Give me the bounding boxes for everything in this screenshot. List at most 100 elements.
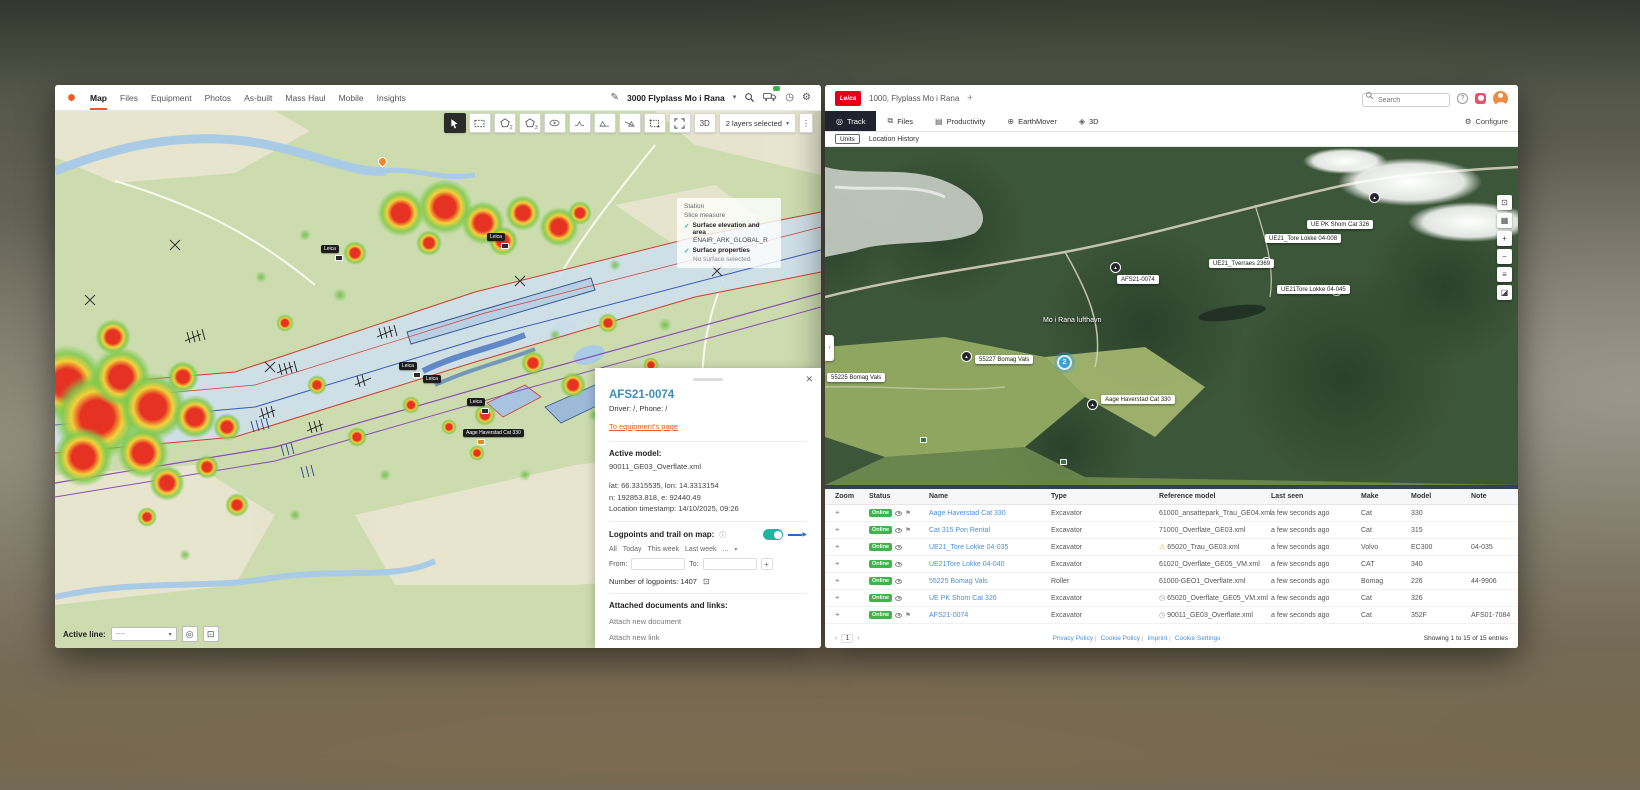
machine-name-link[interactable]: UE PK Shom Cat 326 [929,595,1051,602]
machine-map-label[interactable]: 55227 Bomag Vals [975,355,1033,364]
table-row[interactable]: ⌖ Online⚑ Aage Haverstad Cat 330 Excavat… [825,505,1518,522]
machine-map-label[interactable]: UE PK Shom Cat 326 [1307,220,1373,229]
filter-last-week[interactable]: Last week [685,546,717,553]
search-icon[interactable] [744,92,755,103]
tab-3d[interactable]: ◈ 3D [1068,111,1110,131]
machine-name-link[interactable]: UE21_Tore Lokke 04-035 [929,544,1051,551]
nav-item-mobile[interactable]: Mobile [339,85,364,110]
layers-selected-dropdown[interactable]: 2 layers selected ▾ [719,113,796,133]
project-title[interactable]: 1000, Flyplass Mo i Rana [869,94,959,103]
zoom-to-machine-icon[interactable]: ⌖ [835,593,869,603]
machine-map-label[interactable]: UE21_Tore Lokke 04-008 [1265,234,1341,243]
nav-item-insights[interactable]: Insights [377,85,406,110]
attach-link-link[interactable]: Attach new link [609,633,807,642]
info-icon[interactable]: ⓘ [719,530,726,540]
project-selector[interactable]: 3000 Flyplass Mo i Rana [627,93,725,103]
roller-marker[interactable]: ▴ [961,351,972,362]
machine-map-label[interactable]: 55225 Bomag Vals [827,373,885,382]
grid-view-icon[interactable]: ▦ [1497,213,1512,228]
excavator-icon[interactable] [477,439,485,445]
imprint-link[interactable]: Imprint [1147,635,1170,642]
machine-map-label[interactable]: UE21_Tverraes 2369 [1209,259,1274,268]
slope-tool[interactable] [619,113,641,133]
avatar[interactable] [1493,91,1508,106]
machine-name-link[interactable]: UE21Tore Lokke 04-040 [929,561,1051,568]
eye-icon[interactable] [895,579,902,584]
prev-page-icon[interactable]: ‹ [835,635,837,642]
history-clock-icon[interactable]: ◷ [785,93,794,103]
machine-icon[interactable] [335,255,343,261]
more-options-menu[interactable]: ⋮ [799,113,813,133]
col-name[interactable]: Name [929,493,1051,500]
zoom-to-machine-icon[interactable]: ⌖ [835,542,869,552]
excavator-marker[interactable]: ▴ [1087,399,1098,410]
machine-name-link[interactable]: 55225 Bomag Vals [929,578,1051,585]
nav-item-masshaul[interactable]: Mass Haul [285,85,325,110]
machine-label[interactable]: Leica [423,375,441,383]
machine-label[interactable]: Leica [467,398,485,406]
machine-map-label[interactable]: UE21Tore Lokke 04-045 [1277,285,1350,294]
location-history-tab[interactable]: Location History [869,136,919,143]
to-date-input[interactable] [703,558,757,570]
satellite-map-canvas[interactable]: ‹ Mo i Rana lufthavn 55225 Bomag Vals 55… [825,147,1518,485]
rectangle-measure-tool[interactable] [469,113,491,133]
eye-icon[interactable] [895,528,902,533]
nav-item-asbuilt[interactable]: As-built [244,85,272,110]
toggle-3d-button[interactable]: 3D [694,113,716,133]
attach-document-link[interactable]: Attach new document [609,617,807,626]
nav-item-equipment[interactable]: Equipment [151,85,192,110]
nav-item-photos[interactable]: Photos [205,85,231,110]
from-date-input[interactable] [631,558,685,570]
cookie-settings-link[interactable]: Cookie Settings [1175,635,1221,642]
active-line-select[interactable]: ---- ▾ [111,627,177,641]
machine-label[interactable]: Leica [399,362,417,370]
road-profile-tool[interactable] [569,113,591,133]
eye-icon[interactable] [895,596,902,601]
machine-name-link[interactable]: AFS21-0074 [929,612,1051,619]
table-row[interactable]: ⌖ Online 55225 Bomag Vals Roller 61000-G… [825,573,1518,590]
machine-icon[interactable] [413,372,421,378]
col-note[interactable]: Note [1471,493,1518,500]
notifications-icon[interactable] [1475,93,1486,104]
apply-date-button[interactable]: + [761,558,773,570]
cookie-policy-link[interactable]: Cookie Policy [1101,635,1144,642]
excavator-marker[interactable]: ▴ [1110,262,1121,273]
print-icon[interactable]: ≡ [1497,267,1512,282]
col-reference-model[interactable]: Reference model [1159,493,1271,500]
col-model[interactable]: Model [1411,493,1471,500]
tab-productivity[interactable]: ▤ Productivity [924,111,996,131]
col-type[interactable]: Type [1051,493,1159,500]
polygon-3-tool[interactable]: 3 [519,113,541,133]
tab-track[interactable]: ◎ Track [825,111,876,131]
close-icon[interactable]: ✕ [805,374,813,385]
filter-all[interactable]: All [609,546,617,553]
legend-surface-elevation[interactable]: ✓ Surface elevation and area [684,222,774,236]
eye-icon[interactable] [895,613,902,618]
zoom-fit-tool[interactable] [669,113,691,133]
legend-surface-properties[interactable]: ✓ Surface properties [684,247,774,255]
fullscreen-icon[interactable]: ⊡ [1497,195,1512,210]
locate-button[interactable]: ◎ [182,626,198,642]
select-cursor-tool[interactable] [444,113,466,133]
machine-label[interactable]: Leica [487,233,505,241]
col-last-seen[interactable]: Last seen [1271,493,1361,500]
visibility-tool[interactable] [544,113,566,133]
eye-icon[interactable] [895,545,902,550]
search-input[interactable] [1362,93,1450,107]
filter-today[interactable]: Today [623,546,642,553]
zoom-in-icon[interactable]: + [1497,231,1512,246]
machine-icon[interactable] [481,408,489,414]
col-zoom[interactable]: Zoom [835,493,869,500]
map-side-panel-handle[interactable]: ‹ [825,335,834,361]
units-button[interactable]: Units [835,134,860,144]
polygon-2-tool[interactable]: 2 [494,113,516,133]
layers-icon[interactable]: ◪ [1497,285,1512,300]
fit-logpoints-icon[interactable]: ⊡ [703,577,710,586]
machine-map-label[interactable]: AFS21-0074 [1117,275,1159,284]
tab-earthmover[interactable]: ⊕ EarthMover [996,111,1067,131]
next-page-icon[interactable]: › [857,635,859,642]
privacy-policy-link[interactable]: Privacy Policy [1053,635,1097,642]
nav-item-map[interactable]: Map [90,85,107,110]
eye-icon[interactable] [895,511,902,516]
help-icon[interactable]: ? [1457,93,1468,104]
